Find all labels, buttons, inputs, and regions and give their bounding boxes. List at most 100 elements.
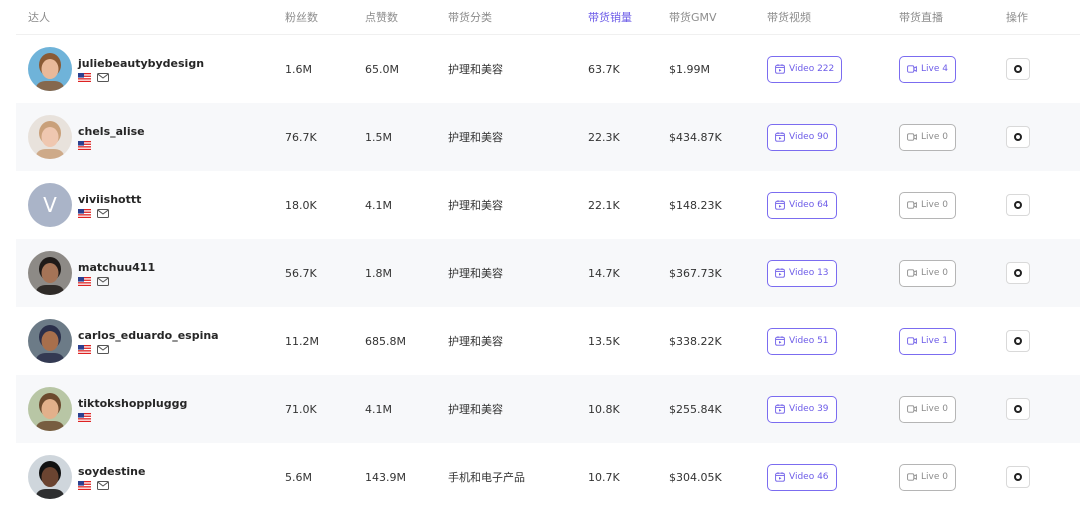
video-button[interactable]: Video 13 (767, 259, 837, 287)
table-row[interactable]: matchuu411 56.7K 1.8M 护理和美容 14.7K $367.7… (16, 239, 1080, 307)
search-icon (1014, 65, 1022, 73)
live-cell: Live 0 (899, 395, 1006, 423)
followers-cell: 56.7K (285, 266, 317, 280)
mail-icon[interactable] (97, 276, 109, 286)
creator-meta (78, 480, 145, 490)
table-body: juliebeautybydesign 1.6M 65.0M 护理和美容 63.… (16, 35, 1080, 511)
category-cell: 护理和美容 (448, 403, 503, 416)
search-button[interactable] (1006, 194, 1030, 216)
video-icon (775, 336, 785, 346)
gmv-cell: $148.23K (669, 198, 722, 212)
followers-cell: 1.6M (285, 62, 312, 76)
col-followers[interactable]: 粉丝数 (285, 9, 365, 25)
live-icon (907, 269, 917, 277)
col-creator[interactable]: 达人 (16, 9, 285, 25)
live-icon (907, 473, 917, 481)
table-row[interactable]: tiktokshoppluggg 71.0K 4.1M 护理和美容 10.8K (16, 375, 1080, 443)
col-sales[interactable]: 带货销量 (588, 9, 669, 25)
video-button[interactable]: Video 51 (767, 327, 837, 355)
creator-meta (78, 72, 204, 82)
col-gmv[interactable]: 带货GMV (669, 9, 767, 25)
table-row[interactable]: carlos_eduardo_espina 11.2M 685.8M 护理和美容… (16, 307, 1080, 375)
category-cell: 护理和美容 (448, 267, 503, 280)
search-icon (1014, 405, 1022, 413)
avatar[interactable]: V (28, 183, 72, 227)
col-likes[interactable]: 点赞数 (365, 9, 448, 25)
col-live[interactable]: 带货直播 (899, 9, 1006, 25)
creator-cell: matchuu411 (16, 251, 285, 295)
table-row[interactable]: chels_alise 76.7K 1.5M 护理和美容 22.3K $434.… (16, 103, 1080, 171)
followers-cell: 11.2M (285, 334, 319, 348)
category-cell: 护理和美容 (448, 131, 503, 144)
table-row[interactable]: juliebeautybydesign 1.6M 65.0M 护理和美容 63.… (16, 35, 1080, 103)
creator-name[interactable]: soydestine (78, 465, 145, 478)
followers-cell: 5.6M (285, 470, 312, 484)
col-category[interactable]: 带货分类 (448, 9, 588, 25)
live-label: Live 0 (921, 200, 948, 210)
creator-name[interactable]: juliebeautybydesign (78, 57, 204, 70)
video-button[interactable]: Video 64 (767, 191, 837, 219)
creator-cell: juliebeautybydesign (16, 47, 285, 91)
avatar[interactable] (28, 455, 72, 499)
live-label: Live 4 (921, 64, 948, 74)
table-row[interactable]: soydestine 5.6M 143.9M 手机和电子产品 10.7K $30… (16, 443, 1080, 511)
action-cell (1006, 126, 1076, 148)
live-label: Live 0 (921, 472, 948, 482)
live-button[interactable]: Live 1 (899, 327, 956, 355)
category-cell: 护理和美容 (448, 199, 503, 212)
creator-meta (78, 412, 187, 422)
creator-cell: chels_alise (16, 115, 285, 159)
followers-cell: 18.0K (285, 198, 317, 212)
avatar[interactable] (28, 251, 72, 295)
mail-icon[interactable] (97, 344, 109, 354)
table-header: 达人 粉丝数 点赞数 带货分类 带货销量 带货GMV 带货视频 带货直播 操作 (16, 0, 1080, 35)
sales-cell: 10.7K (588, 470, 620, 484)
avatar[interactable] (28, 319, 72, 363)
col-video[interactable]: 带货视频 (767, 9, 899, 25)
gmv-cell: $367.73K (669, 266, 722, 280)
creator-name[interactable]: viviishottt (78, 193, 141, 206)
creator-name[interactable]: matchuu411 (78, 261, 155, 274)
creator-name[interactable]: carlos_eduardo_espina (78, 329, 219, 342)
gmv-cell: $1.99M (669, 62, 710, 76)
category-cell: 手机和电子产品 (448, 471, 525, 484)
mail-icon[interactable] (97, 72, 109, 82)
avatar[interactable] (28, 387, 72, 431)
creator-name[interactable]: chels_alise (78, 125, 145, 138)
video-label: Video 90 (789, 132, 829, 142)
video-button[interactable]: Video 90 (767, 123, 837, 151)
creator-meta (78, 344, 219, 354)
search-button[interactable] (1006, 466, 1030, 488)
gmv-cell: $255.84K (669, 402, 722, 416)
live-button[interactable]: Live 0 (899, 463, 956, 491)
live-label: Live 0 (921, 268, 948, 278)
live-button[interactable]: Live 0 (899, 191, 956, 219)
live-button[interactable]: Live 0 (899, 395, 956, 423)
mail-icon[interactable] (97, 208, 109, 218)
video-button[interactable]: Video 39 (767, 395, 837, 423)
action-cell (1006, 262, 1076, 284)
creator-name[interactable]: tiktokshoppluggg (78, 397, 187, 410)
search-button[interactable] (1006, 126, 1030, 148)
live-button[interactable]: Live 4 (899, 55, 956, 83)
table-row[interactable]: V viviishottt 18.0K 4.1M 护理和美容 22.1K $14… (16, 171, 1080, 239)
video-button[interactable]: Video 46 (767, 463, 837, 491)
creator-table: 达人 粉丝数 点赞数 带货分类 带货销量 带货GMV 带货视频 带货直播 操作 … (16, 0, 1080, 511)
search-button[interactable] (1006, 330, 1030, 352)
video-cell: Video 13 (767, 259, 899, 287)
live-button[interactable]: Live 0 (899, 259, 956, 287)
avatar[interactable] (28, 47, 72, 91)
live-button[interactable]: Live 0 (899, 123, 956, 151)
search-button[interactable] (1006, 262, 1030, 284)
live-cell: Live 0 (899, 123, 1006, 151)
live-cell: Live 0 (899, 259, 1006, 287)
video-button[interactable]: Video 222 (767, 55, 843, 83)
us-flag-icon (78, 276, 91, 286)
mail-icon[interactable] (97, 480, 109, 490)
search-button[interactable] (1006, 58, 1030, 80)
video-label: Video 46 (789, 472, 829, 482)
video-cell: Video 46 (767, 463, 899, 491)
category-cell: 护理和美容 (448, 335, 503, 348)
search-button[interactable] (1006, 398, 1030, 420)
avatar[interactable] (28, 115, 72, 159)
